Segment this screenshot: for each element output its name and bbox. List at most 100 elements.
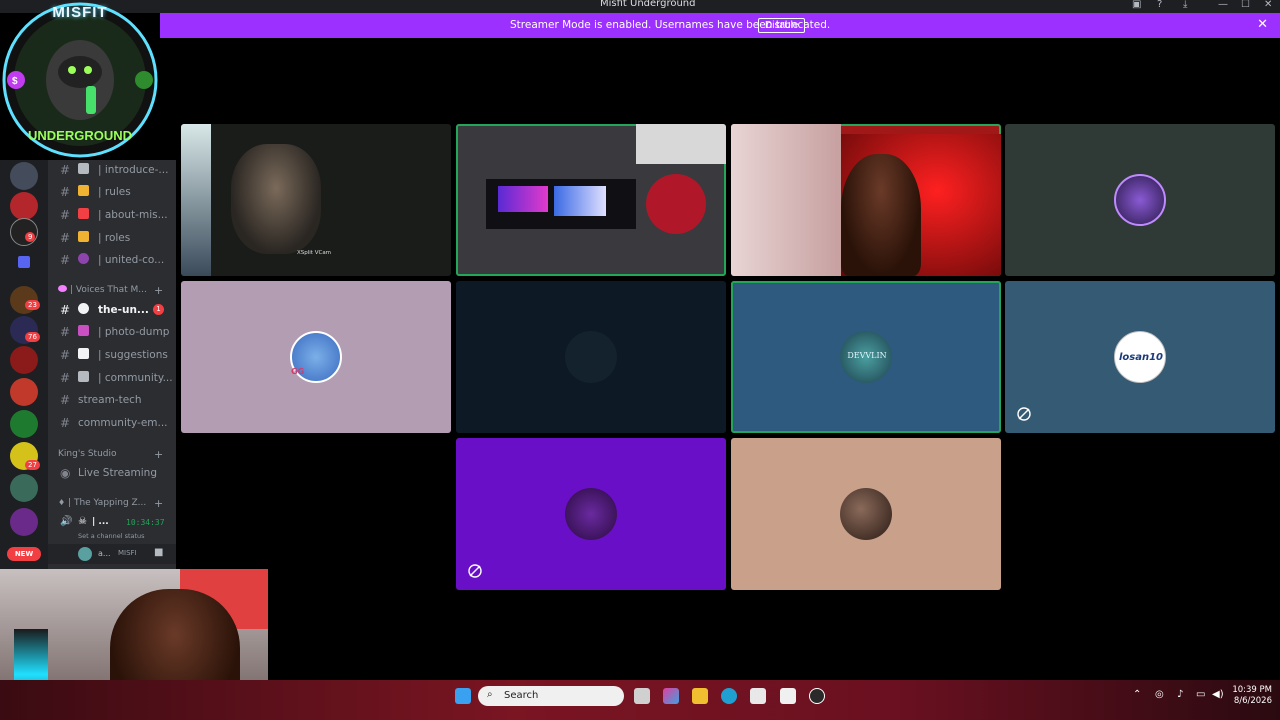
server-icon[interactable] <box>10 218 38 246</box>
server-badge: 76 <box>25 332 40 342</box>
participant-video <box>841 154 921 276</box>
avatar-text: losan10 <box>1118 352 1164 363</box>
channel-community-em[interactable]: # community-em... <box>48 413 176 433</box>
volume-icon[interactable]: ◀) <box>1212 689 1224 700</box>
text-channel-icon: # <box>60 231 71 245</box>
cabinet <box>636 124 726 164</box>
channel-the-un[interactable]: # the-un... 1 <box>48 300 176 320</box>
video-tile[interactable]: XSplit VCam <box>181 124 451 276</box>
channel-rules[interactable]: # | rules <box>48 182 176 202</box>
mic-icon: ♦ <box>58 498 66 507</box>
folder-icon[interactable] <box>18 256 30 268</box>
camera-icon[interactable]: ■ <box>154 547 163 558</box>
search-icon: ⌕ <box>487 689 493 700</box>
vcam-caption: XSplit VCam <box>297 250 332 256</box>
avatar-tile[interactable] <box>456 281 726 433</box>
video-tile[interactable] <box>456 124 726 276</box>
channel-roles[interactable]: # | roles <box>48 228 176 248</box>
server-icon[interactable] <box>10 192 38 220</box>
channel-label: | community... <box>98 372 173 384</box>
copilot-icon[interactable] <box>663 688 679 704</box>
channel-status-prompt[interactable]: Set a channel status <box>78 532 145 540</box>
video-tile[interactable] <box>731 124 1001 276</box>
windows-start-icon[interactable] <box>455 688 471 704</box>
avatar-tile[interactable] <box>456 438 726 590</box>
channel-emoji-icon <box>78 371 89 382</box>
avatar-tile[interactable] <box>731 438 1001 590</box>
server-icon[interactable] <box>10 508 38 536</box>
server-icon[interactable] <box>10 474 38 502</box>
server-rail: 9 23 76 27 NEW <box>0 160 48 570</box>
category-label: King's Studio <box>58 449 117 459</box>
network-icon[interactable]: ◎ <box>1155 689 1164 700</box>
new-badge[interactable]: NEW <box>7 547 41 561</box>
download-icon[interactable]: ⤓ <box>1183 0 1187 10</box>
voice-channel-active[interactable]: 🔊 ☠ | ... 10:34:37 Set a channel status <box>52 516 172 546</box>
server-icon[interactable] <box>10 346 38 374</box>
display-icon[interactable]: ▭ <box>1196 689 1205 700</box>
svg-text:$: $ <box>12 76 18 87</box>
video-light <box>181 124 211 276</box>
monitor-screen <box>554 186 606 216</box>
channel-label: the-un... <box>98 304 149 316</box>
channel-photo-dump[interactable]: # | photo-dump <box>48 322 176 342</box>
help-icon[interactable]: ? <box>1157 0 1162 10</box>
text-channel-icon: # <box>60 416 71 430</box>
avatar-tile[interactable] <box>1005 124 1275 276</box>
channel-community[interactable]: # | community... <box>48 368 176 388</box>
app-icon[interactable] <box>780 688 796 704</box>
avatar-tile[interactable]: GG <box>181 281 451 433</box>
monitor-screen <box>498 186 548 212</box>
file-explorer-icon[interactable] <box>692 688 708 704</box>
system-clock[interactable]: 10:39 PM 8/6/2026 <box>1228 685 1272 707</box>
channel-about[interactable]: # | about-mis... <box>48 205 176 225</box>
channel-stream-tech[interactable]: # stream-tech <box>48 390 176 410</box>
avatar[interactable] <box>78 547 92 561</box>
add-channel-icon[interactable]: + <box>154 448 163 461</box>
category-voices[interactable]: | Voices That M... + <box>58 284 163 297</box>
close-window-button[interactable]: ✕ <box>1264 0 1272 10</box>
tray-overflow-icon[interactable]: ⌃ <box>1133 689 1141 700</box>
channel-emoji-icon <box>78 208 89 219</box>
category-kings-studio[interactable]: King's Studio + <box>58 448 163 461</box>
maximize-button[interactable]: ☐ <box>1241 0 1250 10</box>
add-channel-icon[interactable]: + <box>154 497 163 510</box>
server-icon[interactable] <box>10 410 38 438</box>
task-view-icon[interactable] <box>634 688 650 704</box>
channel-label: | united-co... <box>98 254 165 266</box>
text-channel-icon: # <box>60 185 71 199</box>
microphone-icon[interactable]: ♪ <box>1177 689 1183 700</box>
skull-icon: ☠ <box>78 516 87 527</box>
category-yapping[interactable]: ♦ | The Yapping Z... + <box>58 497 163 510</box>
channel-emoji-icon <box>78 231 89 242</box>
avatar <box>565 488 617 540</box>
channel-live-streaming[interactable]: ◉ Live Streaming <box>48 463 176 483</box>
avatar-tile[interactable]: DEVVLIN <box>731 281 1001 433</box>
user-panel: a... MISFI ■ <box>48 544 176 564</box>
title-bar: Misfit Underground ▣ ? ⤓ — ☐ ✕ <box>0 0 1280 13</box>
category-label: | The Yapping Z... <box>68 498 147 508</box>
inbox-icon[interactable]: ▣ <box>1132 0 1141 10</box>
minimize-button[interactable]: — <box>1218 0 1228 10</box>
speech-bubble-icon <box>78 303 89 314</box>
obs-icon[interactable] <box>809 688 825 704</box>
user-tag: MISFI <box>118 549 137 557</box>
brain-icon <box>58 285 67 292</box>
avatar-tile[interactable]: losan10 <box>1005 281 1275 433</box>
channel-emoji-icon <box>78 253 89 264</box>
logo-text-top: MISFIT <box>52 4 108 21</box>
channel-united[interactable]: # | united-co... <box>48 250 176 270</box>
disable-streamer-mode-button[interactable]: Disable <box>758 18 806 33</box>
channel-introduce[interactable]: # | introduce-... <box>48 160 176 180</box>
channel-suggestions[interactable]: # | suggestions <box>48 345 176 365</box>
server-icon[interactable] <box>10 162 38 190</box>
text-channel-icon: # <box>60 371 71 385</box>
channel-emoji-icon <box>78 348 89 359</box>
server-icon[interactable] <box>10 378 38 406</box>
avatar <box>1114 174 1166 226</box>
add-channel-icon[interactable]: + <box>154 284 163 297</box>
taskbar-search[interactable]: ⌕ Search <box>478 686 624 706</box>
edge-icon[interactable] <box>721 688 737 704</box>
store-icon[interactable] <box>750 688 766 704</box>
close-banner-icon[interactable]: ✕ <box>1257 17 1268 32</box>
